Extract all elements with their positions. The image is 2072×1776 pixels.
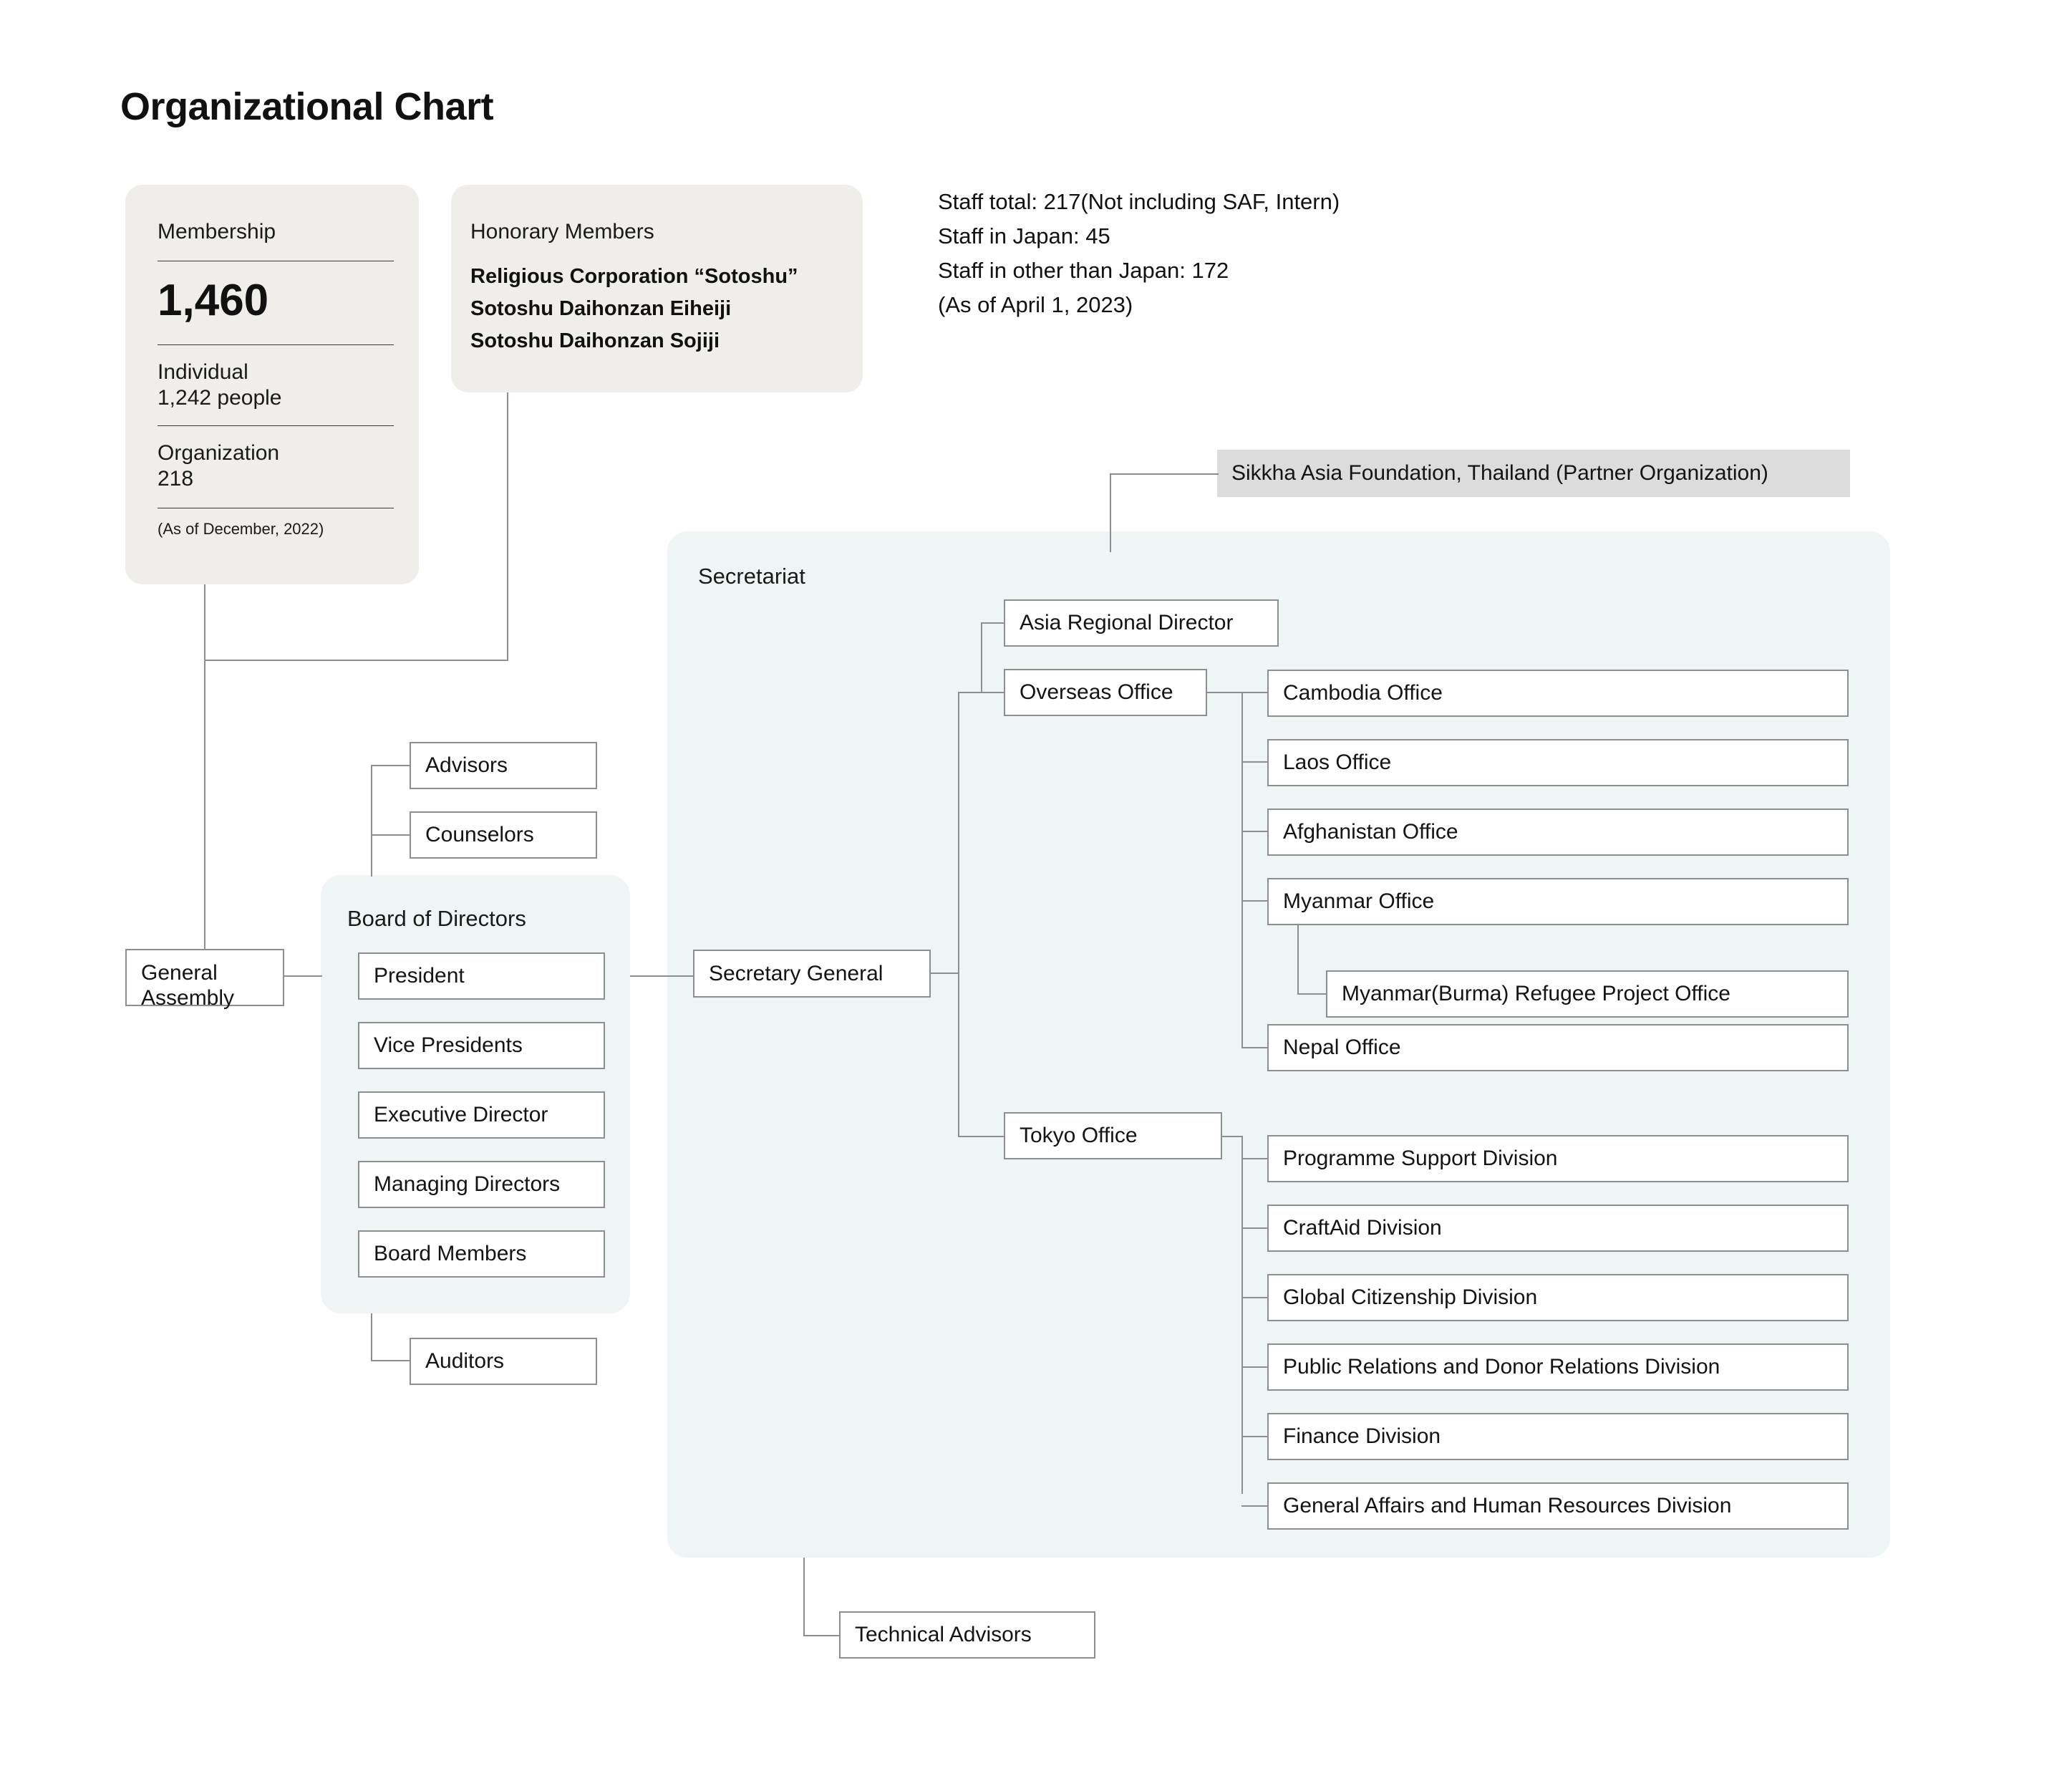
membership-asof: (As of December, 2022): [158, 520, 324, 538]
connector-line: [1241, 831, 1269, 832]
connector-line: [1207, 692, 1243, 693]
connector-line: [1297, 993, 1327, 995]
membership-card: Membership 1,460 Individual 1,242 people…: [125, 185, 419, 584]
membership-total: 1,460: [158, 276, 269, 325]
organization-label: Organization: [158, 441, 280, 465]
counselors-box[interactable]: Counselors: [410, 811, 597, 859]
connector-line: [630, 975, 693, 977]
connector-line: [204, 584, 205, 950]
connector-line: [803, 1558, 805, 1636]
staff-line: Staff in Japan: 45: [938, 223, 1110, 249]
advisors-box[interactable]: Advisors: [410, 742, 597, 789]
connector-line: [1241, 1047, 1269, 1048]
honorary-label: Honorary Members: [470, 220, 654, 243]
individual-label: Individual: [158, 360, 248, 384]
public-relations-division-box[interactable]: Public Relations and Donor Relations Div…: [1267, 1343, 1849, 1391]
programme-support-division-box[interactable]: Programme Support Division: [1267, 1135, 1849, 1182]
divider: [158, 425, 394, 426]
auditors-box[interactable]: Auditors: [410, 1338, 597, 1385]
connector-line: [1241, 761, 1269, 763]
connector-line: [284, 975, 322, 977]
connector-line: [1222, 1136, 1243, 1137]
partner-organization-box[interactable]: Sikkha Asia Foundation, Thailand (Partne…: [1217, 450, 1850, 497]
connector-line: [1241, 1366, 1269, 1368]
honorary-entry: Sotoshu Daihonzan Eiheiji: [470, 296, 732, 320]
connector-line: [371, 1313, 372, 1361]
laos-office-box[interactable]: Laos Office: [1267, 739, 1849, 786]
honorary-entry: Sotoshu Daihonzan Sojiji: [470, 329, 720, 352]
connector-line: [958, 1136, 1005, 1137]
board-members-box[interactable]: Board Members: [358, 1230, 605, 1278]
connector-line: [371, 1360, 411, 1361]
afghanistan-office-box[interactable]: Afghanistan Office: [1267, 809, 1849, 856]
craftaid-division-box[interactable]: CraftAid Division: [1267, 1205, 1849, 1252]
connector-line: [1241, 1227, 1269, 1229]
connector-line: [1241, 900, 1269, 902]
connector-line: [371, 765, 411, 766]
connector-line: [1241, 1505, 1269, 1507]
connector-line: [1110, 473, 1111, 552]
connector-line: [803, 1635, 842, 1636]
general-affairs-hr-division-box[interactable]: General Affairs and Human Resources Divi…: [1267, 1482, 1849, 1530]
cambodia-office-box[interactable]: Cambodia Office: [1267, 670, 1849, 717]
asia-regional-director-box[interactable]: Asia Regional Director: [1004, 599, 1279, 647]
nepal-office-box[interactable]: Nepal Office: [1267, 1024, 1849, 1071]
connector-line: [1241, 1436, 1269, 1437]
page-title: Organizational Chart: [120, 85, 494, 128]
president-box[interactable]: President: [358, 952, 605, 1000]
secretariat-title: Secretariat: [698, 564, 805, 589]
global-citizenship-division-box[interactable]: Global Citizenship Division: [1267, 1274, 1849, 1321]
staff-line: Staff in other than Japan: 172: [938, 258, 1229, 284]
connector-line: [1297, 925, 1299, 995]
connector-line: [1241, 692, 1243, 1048]
general-assembly-label-line1: General: [141, 961, 218, 985]
organization-value: 218: [158, 467, 194, 491]
connector-line: [981, 622, 982, 693]
honorary-entry: Religious Corporation “Sotoshu”: [470, 265, 798, 288]
connector-line: [958, 693, 959, 1137]
staff-line: (As of April 1, 2023): [938, 292, 1133, 318]
overseas-office-box[interactable]: Overseas Office: [1004, 669, 1207, 716]
connector-line: [981, 622, 1005, 624]
myanmar-office-box[interactable]: Myanmar Office: [1267, 878, 1849, 925]
connector-line: [507, 392, 508, 661]
board-of-directors-title: Board of Directors: [347, 906, 526, 931]
vice-presidents-box[interactable]: Vice Presidents: [358, 1022, 605, 1069]
connector-line: [1241, 1158, 1269, 1159]
connector-line: [1241, 1297, 1269, 1298]
connector-line: [1241, 1136, 1243, 1494]
connector-line: [371, 765, 372, 877]
individual-value: 1,242 people: [158, 386, 282, 410]
connector-line: [204, 660, 508, 661]
finance-division-box[interactable]: Finance Division: [1267, 1413, 1849, 1460]
general-assembly-label-line2: Assembly: [141, 986, 235, 1010]
secretary-general-box[interactable]: Secretary General: [693, 950, 931, 998]
membership-label: Membership: [158, 220, 276, 243]
organizational-chart-page: Organizational Chart Membership 1,460 In…: [0, 0, 2072, 1776]
connector-line: [371, 834, 411, 836]
connector-line: [1110, 473, 1219, 475]
technical-advisors-box[interactable]: Technical Advisors: [839, 1611, 1095, 1659]
staff-info: Staff total: 217(Not including SAF, Inte…: [938, 185, 1340, 322]
divider: [158, 344, 394, 345]
staff-line: Staff total: 217(Not including SAF, Inte…: [938, 189, 1340, 214]
connector-line: [1241, 692, 1269, 693]
general-assembly-box[interactable]: General Assembly: [125, 949, 284, 1010]
honorary-members-card: Honorary Members Religious Corporation “…: [451, 185, 863, 392]
managing-directors-box[interactable]: Managing Directors: [358, 1161, 605, 1208]
executive-director-box[interactable]: Executive Director: [358, 1091, 605, 1139]
connector-line: [931, 973, 959, 974]
tokyo-office-box[interactable]: Tokyo Office: [1004, 1112, 1222, 1159]
myanmar-refugee-project-office-box[interactable]: Myanmar(Burma) Refugee Project Office: [1326, 970, 1849, 1018]
